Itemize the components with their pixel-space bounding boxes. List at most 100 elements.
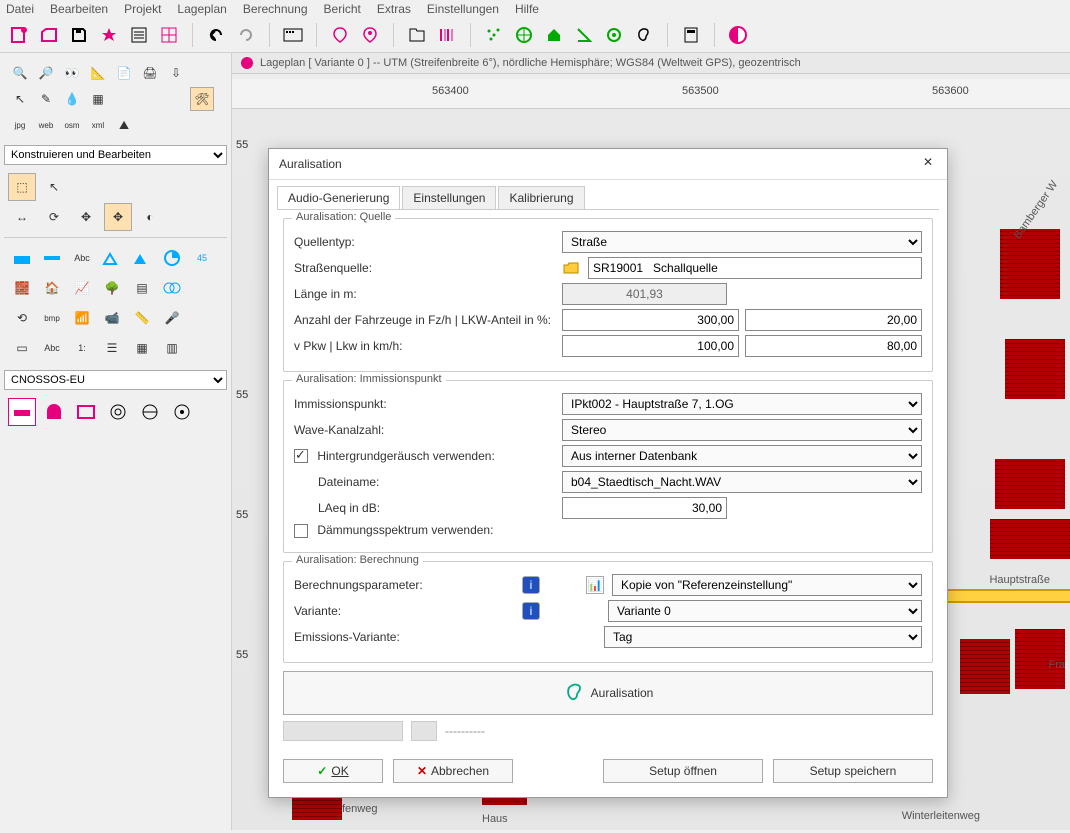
table2-icon[interactable]: ▥: [158, 334, 186, 362]
daemmung-checkbox[interactable]: [294, 524, 308, 538]
xml-icon[interactable]: xml: [86, 113, 110, 137]
v-lkw-input[interactable]: [745, 335, 922, 357]
construct-edit-select[interactable]: Konstruieren und Bearbeiten: [4, 145, 227, 165]
target-b-icon[interactable]: [136, 398, 164, 426]
snap-icon[interactable]: ◐: [136, 203, 164, 231]
menu-item[interactable]: Hilfe: [515, 2, 539, 16]
menu-item[interactable]: Extras: [377, 2, 411, 16]
car-icon[interactable]: [8, 398, 36, 426]
highlight-icon[interactable]: 📐: [86, 61, 110, 85]
rect-icon[interactable]: ▭: [8, 334, 36, 362]
anzahl-fahrzeuge-input[interactable]: [562, 309, 739, 331]
print-icon[interactable]: 🖨: [138, 61, 162, 85]
jpg-icon[interactable]: jpg: [8, 113, 32, 137]
menu-item[interactable]: Projekt: [124, 2, 161, 16]
ok-button[interactable]: ✓ OK: [283, 759, 383, 783]
move-b-icon[interactable]: ✥: [72, 203, 100, 231]
pin-a-icon[interactable]: [327, 22, 353, 48]
angle45-icon[interactable]: 45: [188, 244, 216, 272]
param-select[interactable]: Kopie von "Referenzeinstellung": [612, 574, 922, 596]
mountain-b-icon[interactable]: [128, 244, 156, 272]
terrain-icon[interactable]: ⛰: [112, 113, 136, 137]
target-a-icon[interactable]: [104, 398, 132, 426]
ruler-icon[interactable]: 📏: [128, 304, 156, 332]
laeq-input[interactable]: [562, 497, 727, 519]
star-icon[interactable]: [96, 22, 122, 48]
keyboard-icon[interactable]: [280, 22, 306, 48]
tab-einstellungen[interactable]: Einstellungen: [402, 186, 496, 209]
info-icon[interactable]: i: [522, 576, 540, 594]
calculator-icon[interactable]: [678, 22, 704, 48]
tab-kalibrierung[interactable]: Kalibrierung: [498, 186, 584, 209]
layers-icon[interactable]: 📄: [112, 61, 136, 85]
rotate-icon[interactable]: ⟳: [40, 203, 68, 231]
wall-icon[interactable]: 🧱: [8, 274, 36, 302]
wave-select[interactable]: Stereo: [562, 419, 922, 441]
tunnel-icon[interactable]: [40, 398, 68, 426]
compass-icon[interactable]: [511, 22, 537, 48]
close-icon[interactable]: ✕: [919, 155, 937, 173]
web-icon[interactable]: web: [34, 113, 58, 137]
tab-audio-generierung[interactable]: Audio-Generierung: [277, 186, 400, 209]
menu-item[interactable]: Einstellungen: [427, 2, 499, 16]
binoculars-icon[interactable]: 👀: [60, 61, 84, 85]
app-logo-icon[interactable]: [725, 22, 751, 48]
cursor-icon[interactable]: ↖: [8, 87, 32, 111]
table-icon[interactable]: ▦: [128, 334, 156, 362]
dateiname-select[interactable]: b04_Staedtisch_Nacht.WAV: [562, 471, 922, 493]
setup-save-button[interactable]: Setup speichern: [773, 759, 933, 783]
quellentyp-select[interactable]: Straße: [562, 231, 922, 253]
bmp-icon[interactable]: bmp: [38, 304, 66, 332]
hintergrund-checkbox[interactable]: [294, 449, 308, 463]
list-icon[interactable]: [126, 22, 152, 48]
target-c-icon[interactable]: [168, 398, 196, 426]
grid-tool-icon[interactable]: ▦: [86, 87, 110, 111]
book-icon[interactable]: [404, 22, 430, 48]
setup-open-button[interactable]: Setup öffnen: [603, 759, 763, 783]
house-icon[interactable]: 🏠: [38, 274, 66, 302]
info-icon[interactable]: i: [522, 602, 540, 620]
pencil-icon[interactable]: ✎: [34, 87, 58, 111]
hintergrund-select[interactable]: Aus interner Datenbank: [562, 445, 922, 467]
scatter-icon[interactable]: [481, 22, 507, 48]
open-project-icon[interactable]: [36, 22, 62, 48]
menu-item[interactable]: Lageplan: [177, 2, 226, 16]
osm-icon[interactable]: osm: [60, 113, 84, 137]
menu-item[interactable]: Bericht: [324, 2, 361, 16]
arrow-tool-icon[interactable]: ↖: [40, 173, 68, 201]
list2-icon[interactable]: ☰: [98, 334, 126, 362]
move-a-icon[interactable]: ↔: [8, 203, 36, 231]
house-green-icon[interactable]: [541, 22, 567, 48]
new-project-icon[interactable]: [6, 22, 32, 48]
refresh-icon[interactable]: ⟲: [8, 304, 36, 332]
parking-icon[interactable]: [72, 398, 100, 426]
abc-box-icon[interactable]: Abc: [38, 334, 66, 362]
signal-icon[interactable]: 📶: [68, 304, 96, 332]
standard-select[interactable]: CNOSSOS-EU: [4, 370, 227, 390]
barcode-icon[interactable]: [434, 22, 460, 48]
eyedrop-icon[interactable]: 💧: [60, 87, 84, 111]
auralisation-button[interactable]: Auralisation: [283, 671, 933, 715]
tree-icon[interactable]: 🌳: [98, 274, 126, 302]
variante-select[interactable]: Variante 0: [608, 600, 922, 622]
pin-b-icon[interactable]: [357, 22, 383, 48]
mountain-a-icon[interactable]: [98, 244, 126, 272]
menu-item[interactable]: Datei: [6, 2, 34, 16]
lkw-anteil-input[interactable]: [745, 309, 922, 331]
text-abc-icon[interactable]: Abc: [68, 244, 96, 272]
rings-icon[interactable]: [158, 274, 186, 302]
redo-icon[interactable]: [233, 22, 259, 48]
angle-icon[interactable]: [571, 22, 597, 48]
camera-icon[interactable]: 📹: [98, 304, 126, 332]
emission-select[interactable]: Tag: [604, 626, 922, 648]
menu-item[interactable]: Berechnung: [243, 2, 308, 16]
v-pkw-input[interactable]: [562, 335, 739, 357]
obj-a-icon[interactable]: [8, 244, 36, 272]
scale-icon[interactable]: 1:: [68, 334, 96, 362]
folder-open-icon[interactable]: [562, 259, 580, 277]
undo-icon[interactable]: [203, 22, 229, 48]
mic-icon[interactable]: 🎤: [158, 304, 186, 332]
piechart-icon[interactable]: [158, 244, 186, 272]
export-icon[interactable]: ⇩: [164, 61, 188, 85]
save-icon[interactable]: [66, 22, 92, 48]
